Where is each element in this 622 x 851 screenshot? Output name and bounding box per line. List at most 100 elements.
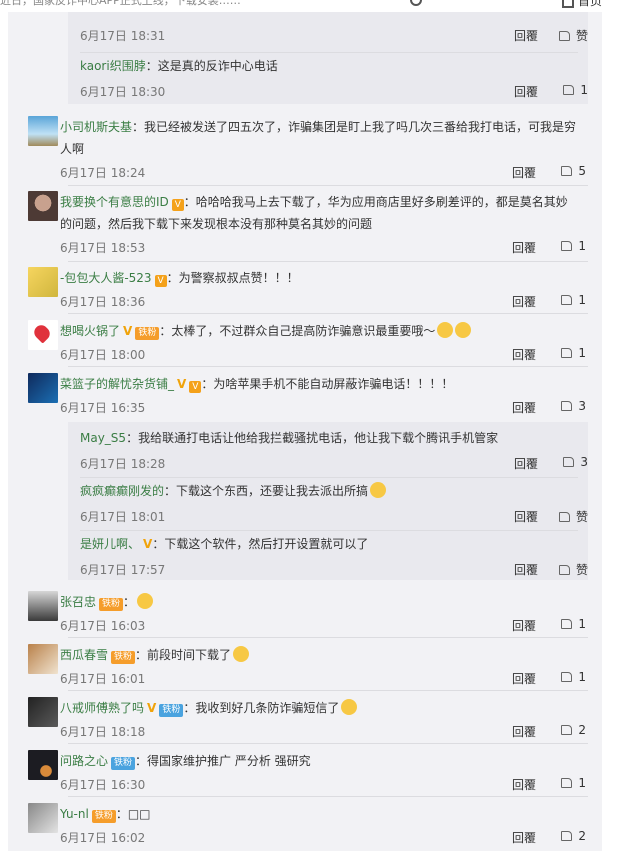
search-input[interactable]: 近日，国家反诈中心APP正式上线，下载安装……	[0, 0, 241, 8]
reply-button[interactable]: 回覆	[514, 561, 538, 578]
comment-meta: 6月17日 18:36 回覆 1	[60, 293, 586, 311]
avatar[interactable]	[28, 803, 58, 833]
like-button[interactable]: 赞	[558, 27, 588, 44]
reply-user[interactable]: kaori织围脖	[80, 59, 146, 73]
like-button[interactable]: 1	[561, 670, 586, 684]
thumbs-up-icon	[563, 457, 575, 467]
reply-thread: 6月17日 18:31 回覆 赞 kaori织围脖：这是真的反诈中心电话 6月1…	[68, 12, 588, 104]
divider	[68, 366, 588, 367]
reply-thread: May_S5：我给联通打电话让他给我拦截骚扰电话，他让我下载个腾讯手机管家 6月…	[68, 422, 588, 580]
reply-button[interactable]: 回覆	[512, 617, 536, 634]
comment-meta: 6月17日 16:03 回覆 1	[60, 617, 586, 635]
laugh-emoji-icon	[455, 322, 472, 338]
like-count: 1	[578, 670, 586, 684]
like-button[interactable]: 3	[563, 455, 588, 469]
like-button[interactable]: 1	[561, 776, 586, 790]
comment-user[interactable]: 菜篮子的解忧杂货铺_	[60, 377, 174, 391]
comment-time: 6月17日 18:00	[60, 348, 146, 362]
reply-button[interactable]: 回覆	[512, 670, 536, 687]
comment-user[interactable]: Yu-nl	[60, 807, 89, 821]
vip-badge-icon: V	[189, 381, 202, 393]
comment-time: 6月17日 16:02	[60, 831, 146, 845]
comment-user[interactable]: -包包大人酱-523	[60, 271, 152, 285]
thumbs-up-icon	[561, 166, 573, 176]
comment-text: 张召忠 铁粉：	[60, 591, 586, 613]
reply-button[interactable]: 回覆	[514, 83, 538, 100]
reply-button[interactable]: 回覆	[514, 455, 538, 472]
comment-user[interactable]: 张召忠	[60, 595, 96, 609]
comment-item: Yu-nl 铁粉 ：□□ 6月17日 16:02 回覆 2	[20, 803, 586, 846]
comment-item: 想喝火锅了 V 铁粉 ：太棒了，不过群众自己提高防诈骗意识最重要哦～ 6月17日 18…	[20, 320, 586, 362]
reply-button[interactable]: 回覆	[512, 776, 536, 793]
like-count: 1	[578, 617, 586, 631]
grin-emoji-icon	[341, 699, 358, 715]
like-button[interactable]: 1	[561, 617, 586, 631]
comment-meta: 6月17日 18:00 回覆 1	[60, 346, 586, 364]
comment-user[interactable]: 八戒师傅熟了吗	[60, 701, 144, 715]
comment-time: 6月17日 16:01	[60, 672, 146, 686]
divider	[68, 261, 588, 262]
like-button[interactable]: 2	[561, 829, 586, 843]
like-count: 赞	[575, 510, 588, 524]
like-button[interactable]: 1	[561, 239, 586, 253]
avatar[interactable]	[28, 591, 58, 621]
reply-button[interactable]: 回覆	[512, 829, 536, 846]
like-button[interactable]: 2	[561, 723, 586, 737]
avatar[interactable]	[28, 373, 58, 403]
avatar[interactable]	[28, 320, 58, 350]
reply-button[interactable]: 回覆	[512, 723, 536, 740]
comment-user[interactable]: 想喝火锅了	[60, 324, 120, 338]
avatar[interactable]	[28, 697, 58, 727]
reply-user[interactable]: May_S5	[80, 431, 126, 445]
avatar[interactable]	[28, 116, 58, 146]
reply-text: 是妍儿啊、 V：下载这个软件，然后打开设置就可以了	[80, 533, 588, 555]
comment-user[interactable]: 西瓜春雪	[60, 648, 108, 662]
avatar[interactable]	[28, 750, 58, 780]
like-button[interactable]: 1	[561, 293, 586, 307]
thumbs-up-icon	[561, 401, 573, 411]
comment-text: 想喝火锅了 V 铁粉 ：太棒了，不过群众自己提高防诈骗意识最重要哦～	[60, 320, 586, 342]
reply-time: 6月17日 17:57	[80, 563, 166, 577]
avatar[interactable]	[28, 191, 58, 221]
like-count: 赞	[575, 29, 588, 43]
reply-button[interactable]: 回覆	[512, 239, 536, 256]
home-label: 首页	[578, 0, 603, 8]
reply-button[interactable]: 回覆	[512, 399, 536, 416]
comment-time: 6月17日 18:53	[60, 241, 146, 255]
comment-user[interactable]: 我要换个有意思的ID	[60, 195, 169, 209]
like-button[interactable]: 1	[563, 83, 588, 97]
reply-button[interactable]: 回覆	[514, 508, 538, 525]
comment-item: 问路之心 铁粉 ：得国家维护推广 严分析 强研究 6月17日 16:30 回覆 1	[20, 750, 586, 793]
home-link[interactable]: 首页	[562, 0, 602, 9]
thumbs-up-icon	[558, 512, 570, 522]
comment-text: 问路之心 铁粉 ：得国家维护推广 严分析 强研究	[60, 754, 311, 770]
search-icon[interactable]	[410, 0, 422, 6]
fan-badge: 铁粉	[111, 757, 136, 770]
like-button[interactable]: 5	[561, 164, 586, 178]
reply-button[interactable]: 回覆	[512, 346, 536, 363]
avatar[interactable]	[28, 644, 58, 674]
comment-user[interactable]: 问路之心	[60, 754, 108, 768]
comment-user[interactable]: 小司机斯夫基	[60, 120, 132, 134]
avatar[interactable]	[28, 267, 58, 297]
reply-button[interactable]: 回覆	[512, 164, 536, 181]
like-button[interactable]: 1	[561, 346, 586, 360]
reply-meta: 6月17日 18:30 回覆 1	[80, 83, 588, 101]
like-count: 3	[578, 399, 586, 413]
fan-badge: 铁粉	[99, 598, 124, 611]
comment-item: -包包大人酱-523 V ：为警察叔叔点赞！！！ 6月17日 18:36 回覆 1	[20, 267, 586, 309]
reply-user[interactable]: 疯疯癫癫刚发的	[80, 484, 164, 498]
like-button[interactable]: 3	[561, 399, 586, 413]
thumbs-up-icon	[563, 85, 575, 95]
like-button[interactable]: 赞	[558, 508, 588, 525]
reply-user[interactable]: 是妍儿啊、	[80, 537, 140, 551]
comment-text-cont: 的问题，然后我下载下来发现根本没有那种莫名其妙的问题	[60, 217, 373, 231]
reply-button[interactable]: 回覆	[514, 27, 538, 44]
reply-button[interactable]: 回覆	[512, 293, 536, 310]
like-count: 赞	[575, 563, 588, 577]
like-button[interactable]: 赞	[558, 561, 588, 578]
smile-emoji-icon	[137, 593, 154, 609]
like-count: 5	[578, 164, 586, 178]
reply-text: kaori织围脖：这是真的反诈中心电话	[80, 59, 278, 73]
verified-icon: V	[123, 324, 133, 338]
